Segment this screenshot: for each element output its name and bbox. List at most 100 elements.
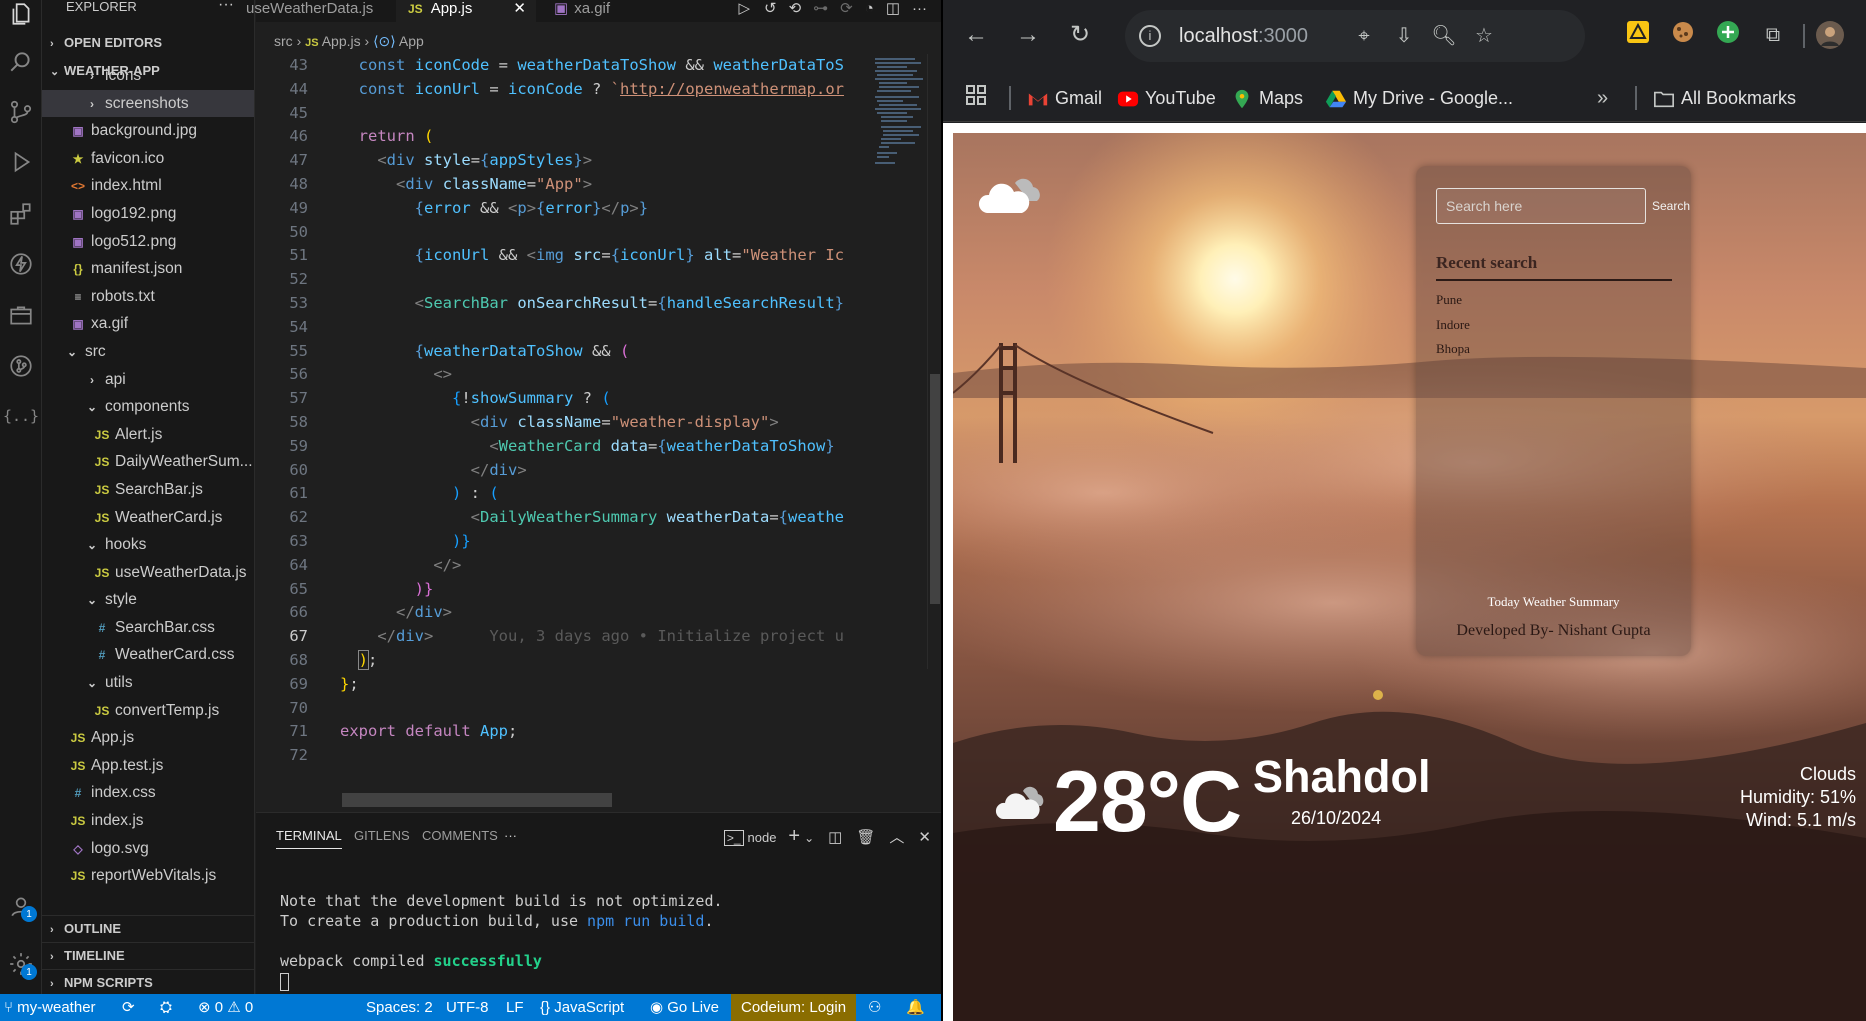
eol-status[interactable]: LF <box>506 994 524 1021</box>
tree-item[interactable]: ⌄ style <box>42 586 254 614</box>
tree-item[interactable]: › api <box>42 366 254 394</box>
extensions-icon[interactable] <box>7 200 35 228</box>
install-app-icon[interactable]: ⇩ <box>1391 23 1417 49</box>
code-line[interactable]: 70 <box>256 697 941 721</box>
maximize-panel-icon[interactable]: ︿ <box>889 829 904 846</box>
settings-gear-icon[interactable]: 1 <box>7 950 37 980</box>
code-line[interactable]: 69}; <box>256 673 941 697</box>
more-actions-icon[interactable]: ··· <box>218 0 234 14</box>
apps-grid-icon[interactable] <box>965 84 987 112</box>
commit-icon[interactable]: ⊶ <box>813 0 828 17</box>
tree-item[interactable]: {} manifest.json <box>42 255 254 283</box>
tree-item[interactable]: JS convertTemp.js <box>42 697 254 725</box>
location-pin-icon[interactable]: ⌖ <box>1351 23 1377 49</box>
code-line[interactable]: 61 ) : ( <box>256 482 941 506</box>
tree-item[interactable]: # index.css <box>42 779 254 807</box>
tab-comments[interactable]: COMMENTS <box>422 823 498 849</box>
open-editors-section[interactable]: › OPEN EDITORS <box>42 30 254 56</box>
code-line[interactable]: 46 return ( <box>256 125 941 149</box>
extensions-puzzle-icon[interactable]: ⧉ <box>1758 20 1788 50</box>
code-line[interactable]: 45 <box>256 102 941 126</box>
code-line[interactable]: 50 <box>256 221 941 245</box>
outline-section[interactable]: › OUTLINE <box>42 915 254 941</box>
code-line[interactable]: 58 <div className="weather-display"> <box>256 411 941 435</box>
encoding-status[interactable]: UTF-8 <box>446 994 489 1021</box>
bookmark-maps[interactable]: Maps <box>1231 84 1303 112</box>
recent-search-item[interactable]: Pune <box>1436 288 1470 313</box>
notifications-bell-icon[interactable]: 🔔 <box>906 994 925 1021</box>
code-line[interactable]: 49 {error && <p>{error}</p>} <box>256 197 941 221</box>
profile-avatar[interactable] <box>1815 20 1845 50</box>
code-line[interactable]: 52 <box>256 268 941 292</box>
breadcrumb-symbol[interactable]: App <box>399 33 424 49</box>
code-line[interactable]: 51 {iconUrl && <img src={iconUrl} alt="W… <box>256 244 941 268</box>
tree-item[interactable]: JS SearchBar.js <box>42 476 254 504</box>
run-debug-icon[interactable] <box>7 148 35 176</box>
code-line[interactable]: 65 )} <box>256 578 941 602</box>
breadcrumb-file[interactable]: App.js <box>322 33 361 49</box>
search-button[interactable]: Search <box>1652 192 1690 220</box>
extension-warning-icon[interactable] <box>1623 20 1653 50</box>
bookmark-star-icon[interactable]: ☆ <box>1471 23 1497 49</box>
code-line[interactable]: 60 </div> <box>256 459 941 483</box>
code-line[interactable]: 64 </> <box>256 554 941 578</box>
terminal-shell-name[interactable]: node <box>748 830 777 845</box>
npm-scripts-section[interactable]: › NPM SCRIPTS <box>42 969 254 994</box>
all-bookmarks[interactable]: All Bookmarks <box>1653 84 1796 112</box>
language-status[interactable]: {} JavaScript <box>540 994 624 1021</box>
code-line[interactable]: 47 <div style={appStyles}> <box>256 149 941 173</box>
source-control-icon[interactable] <box>7 98 35 126</box>
history-icon[interactable]: ↺ <box>764 0 777 17</box>
tree-item[interactable]: ⌄ utils <box>42 669 254 697</box>
tree-item[interactable]: › screenshots <box>42 89 254 118</box>
json-icon[interactable]: {..} <box>3 402 39 430</box>
tab-xa-gif[interactable]: ▣ xa.gif <box>546 0 626 22</box>
close-panel-icon[interactable]: ✕ <box>918 829 931 846</box>
tree-item[interactable]: JS App.test.js <box>42 752 254 780</box>
next-change-icon[interactable]: ⟳ <box>840 0 853 17</box>
minimap[interactable] <box>873 56 927 206</box>
tree-item[interactable]: ▣ logo512.png <box>42 228 254 256</box>
bookmark-drive[interactable]: My Drive - Google... <box>1325 84 1513 112</box>
trash-icon[interactable]: 🗑 <box>856 829 875 846</box>
tab-usewTeatherdata[interactable]: useWeatherData.js <box>246 0 391 22</box>
tree-item[interactable]: <> index.html <box>42 172 254 200</box>
tree-item[interactable]: ★ favicon.ico <box>42 145 254 173</box>
tree-item[interactable]: JS WeatherCard.js <box>42 504 254 532</box>
horizontal-scrollbar[interactable] <box>342 793 612 807</box>
breadcrumb-folder[interactable]: src <box>274 33 293 49</box>
code-line[interactable]: 43 const iconCode = weatherDataToShow &&… <box>256 54 941 78</box>
tab-app-js[interactable]: JS App.js ✕ <box>396 0 536 22</box>
new-terminal-icon[interactable]: + <box>788 825 800 847</box>
thunder-client-icon[interactable] <box>7 250 35 278</box>
tree-item[interactable]: ≡ robots.txt <box>42 283 254 311</box>
indentation-status[interactable]: Spaces: 2 <box>366 994 433 1021</box>
codeium-status[interactable]: Codeium: Login <box>731 994 857 1021</box>
more-actions-icon[interactable]: ··· <box>912 0 927 17</box>
close-icon[interactable]: ✕ <box>513 0 526 22</box>
tab-terminal[interactable]: TERMINAL <box>276 823 342 849</box>
terminal-output[interactable]: Note that the development build is not o… <box>280 891 723 991</box>
chevron-down-icon[interactable]: ⌄ <box>804 831 814 845</box>
tree-item[interactable]: JS Alert.js <box>42 421 254 449</box>
tree-item[interactable]: JS index.js <box>42 807 254 835</box>
copilot-icon[interactable]: ⚇ <box>868 994 881 1021</box>
today-weather-summary-link[interactable]: Today Weather Summary <box>1416 594 1691 610</box>
code-line[interactable]: 54 <box>256 316 941 340</box>
tree-item[interactable]: ◇ logo.svg <box>42 835 254 863</box>
code-line[interactable]: 44 const iconUrl = iconCode ? `http://op… <box>256 78 941 102</box>
gitlens-icon[interactable] <box>7 352 35 380</box>
bookmark-gmail[interactable]: Gmail <box>1027 84 1102 112</box>
bookmark-youtube[interactable]: YouTube <box>1117 84 1216 112</box>
timeline-section[interactable]: › TIMELINE <box>42 942 254 968</box>
code-line[interactable]: 68 ); <box>256 649 941 673</box>
code-line[interactable]: 53 <SearchBar onSearchResult={handleSear… <box>256 292 941 316</box>
forward-arrow-icon[interactable]: → <box>1013 20 1043 50</box>
scrollbar-thumb[interactable] <box>930 374 940 604</box>
search-input[interactable] <box>1436 188 1646 224</box>
search-icon[interactable] <box>7 48 35 76</box>
split-terminal-icon[interactable]: ◫ <box>828 829 842 846</box>
go-live-status[interactable]: ◉ Go Live <box>650 994 719 1021</box>
remote-explorer-icon[interactable] <box>7 302 35 330</box>
tree-item[interactable]: # WeatherCard.css <box>42 641 254 669</box>
